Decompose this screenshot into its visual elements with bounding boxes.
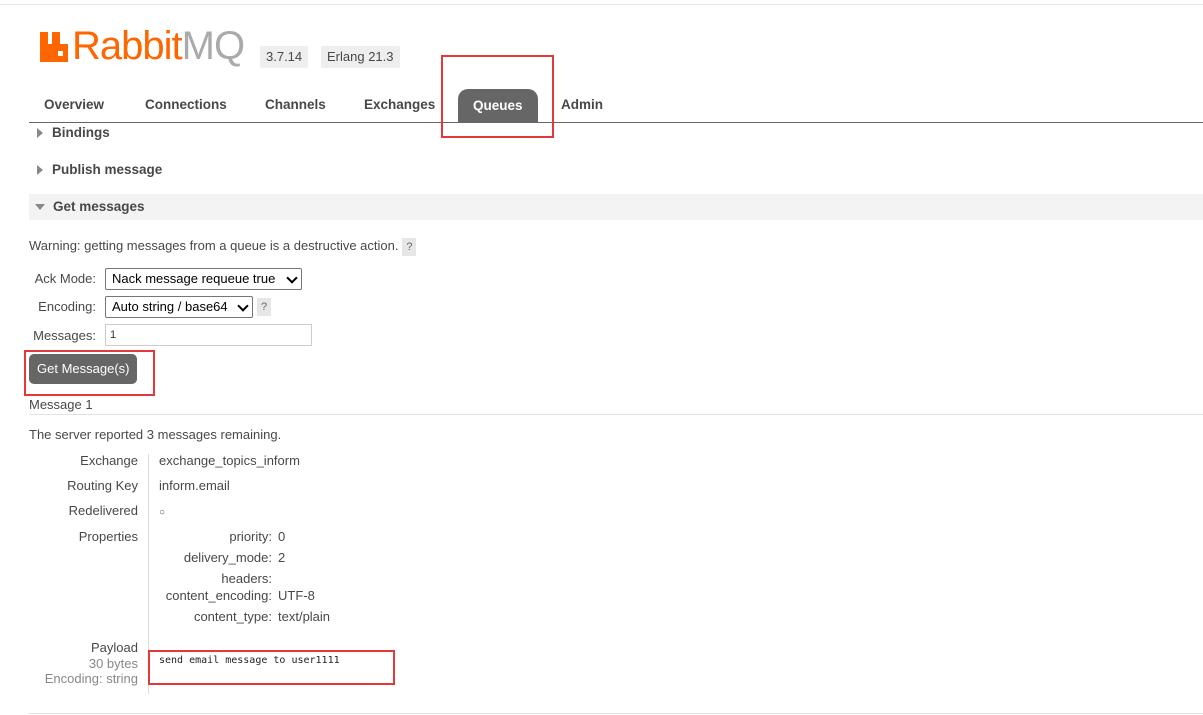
section-get-messages[interactable]: Get messages bbox=[29, 194, 1203, 220]
encoding-select[interactable]: Auto string / base64 bbox=[105, 296, 253, 318]
message-heading: Message 1 bbox=[29, 397, 93, 412]
ack-mode-value: Nack message requeue true bbox=[112, 271, 276, 286]
property-value: UTF-8 bbox=[278, 588, 315, 603]
tab-connections[interactable]: Connections bbox=[145, 88, 227, 122]
erlang-version-badge: Erlang 21.3 bbox=[321, 46, 400, 68]
chevron-down-icon bbox=[237, 300, 249, 312]
highlight-box bbox=[441, 55, 554, 138]
property-value: text/plain bbox=[278, 609, 331, 624]
routing-key-label: Routing Key bbox=[67, 478, 138, 493]
collapse-arrow-icon bbox=[35, 204, 45, 211]
divider bbox=[29, 713, 1203, 714]
rabbitmq-logo-icon bbox=[40, 32, 68, 62]
property-value: 0 bbox=[278, 529, 286, 544]
property-key: headers: bbox=[221, 571, 272, 586]
main-nav-tabs: Overview Connections Channels Exchanges … bbox=[29, 88, 1203, 123]
section-bindings[interactable]: Bindings bbox=[29, 120, 110, 146]
section-publish-message[interactable]: Publish message bbox=[29, 157, 162, 183]
tab-overview[interactable]: Overview bbox=[44, 88, 104, 122]
messages-count-input[interactable]: 1 bbox=[105, 324, 312, 346]
tab-channels[interactable]: Channels bbox=[265, 88, 326, 122]
logo-wordmark: RabbitMQ bbox=[72, 24, 245, 68]
payload-encoding: Encoding: string bbox=[44, 671, 138, 686]
exchange-label: Exchange bbox=[80, 453, 138, 468]
help-icon[interactable]: ? bbox=[402, 237, 417, 256]
section-publish-label: Publish message bbox=[52, 162, 163, 177]
destructive-warning: Warning: getting messages from a queue i… bbox=[29, 236, 417, 256]
property-key: content_type: bbox=[193, 609, 272, 624]
redelivered-value: ○ bbox=[159, 507, 166, 518]
messages-remaining: The server reported 3 messages remaining… bbox=[29, 427, 282, 442]
highlight-box bbox=[24, 350, 155, 396]
expand-arrow-icon bbox=[37, 165, 43, 176]
property-key: content_encoding: bbox=[165, 588, 272, 603]
redelivered-label: Redelivered bbox=[68, 503, 138, 518]
routing-key-value: inform.email bbox=[159, 478, 230, 493]
divider bbox=[29, 414, 1203, 415]
encoding-label: Encoding: bbox=[38, 299, 96, 314]
encoding-value: Auto string / base64 bbox=[112, 299, 228, 314]
property-key: delivery_mode: bbox=[183, 550, 272, 565]
expand-arrow-icon bbox=[37, 128, 43, 139]
section-get-label: Get messages bbox=[53, 199, 145, 214]
highlight-box bbox=[148, 650, 395, 685]
section-bindings-label: Bindings bbox=[52, 125, 110, 140]
ack-mode-label: Ack Mode: bbox=[34, 271, 96, 286]
help-icon[interactable]: ? bbox=[257, 298, 271, 316]
exchange-value: exchange_topics_inform bbox=[159, 453, 300, 468]
property-value: 2 bbox=[278, 550, 286, 565]
chevron-down-icon bbox=[286, 272, 298, 284]
messages-label: Messages: bbox=[33, 328, 96, 343]
properties-label: Properties bbox=[78, 529, 138, 544]
tab-admin[interactable]: Admin bbox=[561, 88, 603, 122]
warning-text: Warning: getting messages from a queue i… bbox=[29, 238, 399, 253]
ack-mode-select[interactable]: Nack message requeue true bbox=[105, 268, 302, 290]
tab-exchanges[interactable]: Exchanges bbox=[364, 88, 435, 122]
version-badge: 3.7.14 bbox=[260, 46, 309, 68]
property-key: priority: bbox=[229, 529, 272, 544]
top-border bbox=[0, 4, 1203, 5]
